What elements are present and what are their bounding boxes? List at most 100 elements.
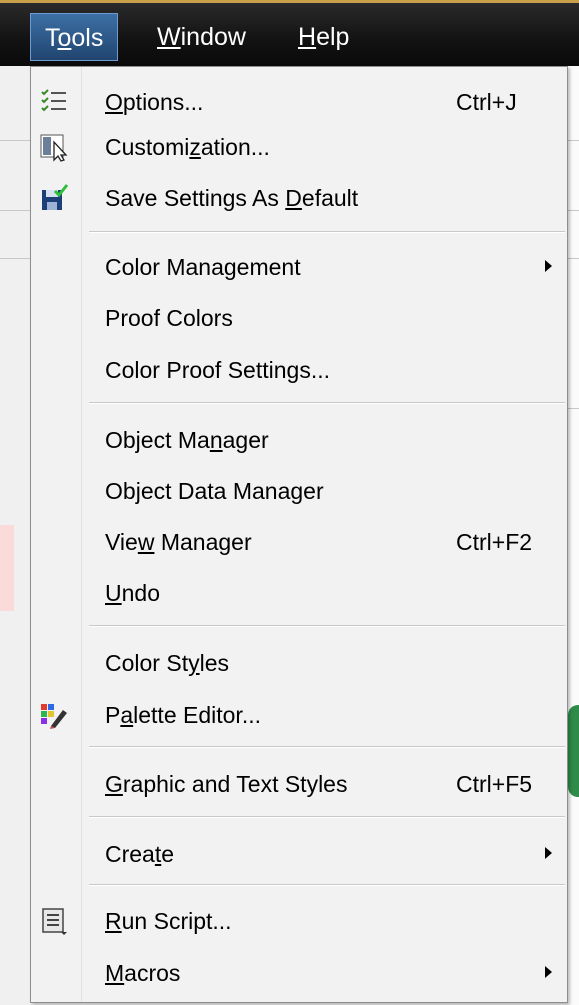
label-text: T xyxy=(45,24,58,52)
menu-item-label: Options... xyxy=(105,79,203,125)
menu-window[interactable]: Window xyxy=(143,13,260,61)
access-key: U xyxy=(105,580,122,606)
bg-divider xyxy=(568,210,579,211)
menu-item-label: Customization... xyxy=(105,124,270,170)
menu-help[interactable]: Help xyxy=(284,13,363,61)
submenu-arrow-icon xyxy=(545,966,552,978)
options-checklist-icon xyxy=(39,87,69,117)
palette-editor-icon xyxy=(39,700,69,730)
bg-divider xyxy=(568,140,579,141)
menu-item-label: Proof Colors xyxy=(105,295,233,341)
menu-item-label: Color Styles xyxy=(105,640,229,686)
label-text: Save Settings As xyxy=(105,185,286,211)
menu-item-label: Graphic and Text Styles xyxy=(105,761,347,807)
menu-item-customization[interactable]: Customization... xyxy=(31,124,567,170)
bg-divider xyxy=(568,408,579,409)
menu-separator xyxy=(89,231,565,233)
label-text: Proof Colors xyxy=(105,305,233,331)
menu-separator xyxy=(89,884,565,886)
access-key: n xyxy=(209,427,223,453)
menu-item-label: Macros xyxy=(105,950,180,996)
label-text: Vie xyxy=(105,529,138,555)
access-key: w xyxy=(137,529,155,555)
menu-item-color-management[interactable]: Color Management xyxy=(31,244,567,290)
access-key: z xyxy=(189,134,201,160)
menu-item-view-manager[interactable]: View Manager Ctrl+F2 xyxy=(31,519,567,565)
access-key: o xyxy=(57,24,72,52)
shortcut-text: Ctrl+F5 xyxy=(456,771,533,797)
access-key: O xyxy=(105,89,123,115)
label-text: indow xyxy=(180,23,246,51)
menu-separator xyxy=(89,402,565,404)
label-text: ndo xyxy=(121,580,160,606)
menu-separator xyxy=(89,746,565,748)
menu-bar: Tools Window Help xyxy=(0,0,579,66)
menu-item-label: Undo xyxy=(105,570,160,616)
bg-divider xyxy=(0,258,30,259)
label-text: Color Proof Settings... xyxy=(105,357,330,383)
label-text: P xyxy=(105,702,121,728)
label-text: Ob xyxy=(105,478,136,504)
label-text: ager xyxy=(222,427,269,453)
access-key: W xyxy=(157,23,181,51)
menu-separator xyxy=(89,625,565,627)
menu-item-label: Create xyxy=(105,831,174,877)
menu-item-label: Run Script... xyxy=(105,898,232,944)
save-settings-icon xyxy=(39,183,69,213)
menu-item-create[interactable]: Create xyxy=(31,831,567,877)
menu-item-object-manager[interactable]: Object Manager xyxy=(31,417,567,463)
access-key: M xyxy=(105,960,125,986)
menu-separator xyxy=(89,816,565,818)
bg-divider xyxy=(568,258,579,259)
label-text: Object Ma xyxy=(105,427,210,453)
access-key: H xyxy=(298,23,317,51)
menu-item-label: View Manager xyxy=(105,519,252,565)
menu-item-label: Palette Editor... xyxy=(105,692,261,738)
submenu-arrow-icon xyxy=(545,847,552,859)
menu-item-options[interactable]: Options... Ctrl+J xyxy=(31,79,567,125)
menu-item-proof-colors[interactable]: Proof Colors xyxy=(31,295,567,341)
label-text: ation... xyxy=(200,134,270,160)
menu-item-label: Save Settings As Default xyxy=(105,175,358,221)
run-script-icon xyxy=(39,906,69,936)
menu-tools[interactable]: Tools xyxy=(30,13,119,61)
bg-green-button xyxy=(568,705,579,797)
label-text: lette Editor... xyxy=(133,702,261,728)
label-text: e xyxy=(161,841,175,867)
label-text: efault xyxy=(301,185,359,211)
menu-item-macros[interactable]: Macros xyxy=(31,950,567,996)
access-key: R xyxy=(105,908,122,934)
label-text: raphic and Text Styles xyxy=(122,771,348,797)
label-text: ect Data Manager xyxy=(140,478,324,504)
access-key: G xyxy=(105,771,123,797)
label-text: Crea xyxy=(105,841,155,867)
menu-item-label: Color Management xyxy=(105,244,301,290)
label-text: elp xyxy=(316,23,350,51)
label-text: Color Management xyxy=(105,254,301,280)
label-text: les xyxy=(199,650,229,676)
menu-item-color-proof-settings[interactable]: Color Proof Settings... xyxy=(31,347,567,393)
menu-item-graphic-text-styles[interactable]: Graphic and Text Styles Ctrl+F5 xyxy=(31,761,567,807)
shortcut-text: Ctrl+F2 xyxy=(456,529,533,555)
menu-item-save-settings[interactable]: Save Settings As Default xyxy=(31,175,567,221)
menu-item-object-data-manager[interactable]: Object Data Manager xyxy=(31,468,567,514)
menu-item-label: Object Data Manager xyxy=(105,468,324,514)
menu-item-label: Object Manager xyxy=(105,417,269,463)
menu-item-undo[interactable]: Undo xyxy=(31,570,567,616)
bg-divider xyxy=(0,210,30,211)
bg-divider xyxy=(0,140,30,141)
menu-item-palette-editor[interactable]: Palette Editor... xyxy=(31,692,567,738)
menu-item-color-styles[interactable]: Color Styles xyxy=(31,640,567,686)
label-text: ols xyxy=(71,24,104,52)
customization-icon xyxy=(39,132,69,162)
label-text: Color St xyxy=(105,650,189,676)
app-background-right xyxy=(568,66,579,1005)
label-text: acros xyxy=(124,960,181,986)
label-text: un Script... xyxy=(121,908,232,934)
bg-pink-panel xyxy=(0,525,14,611)
label-text: Manager xyxy=(154,529,252,555)
access-key: y xyxy=(188,650,200,676)
menu-item-run-script[interactable]: Run Script... xyxy=(31,898,567,944)
menu-item-label: Color Proof Settings... xyxy=(105,347,330,393)
access-key: D xyxy=(285,185,302,211)
